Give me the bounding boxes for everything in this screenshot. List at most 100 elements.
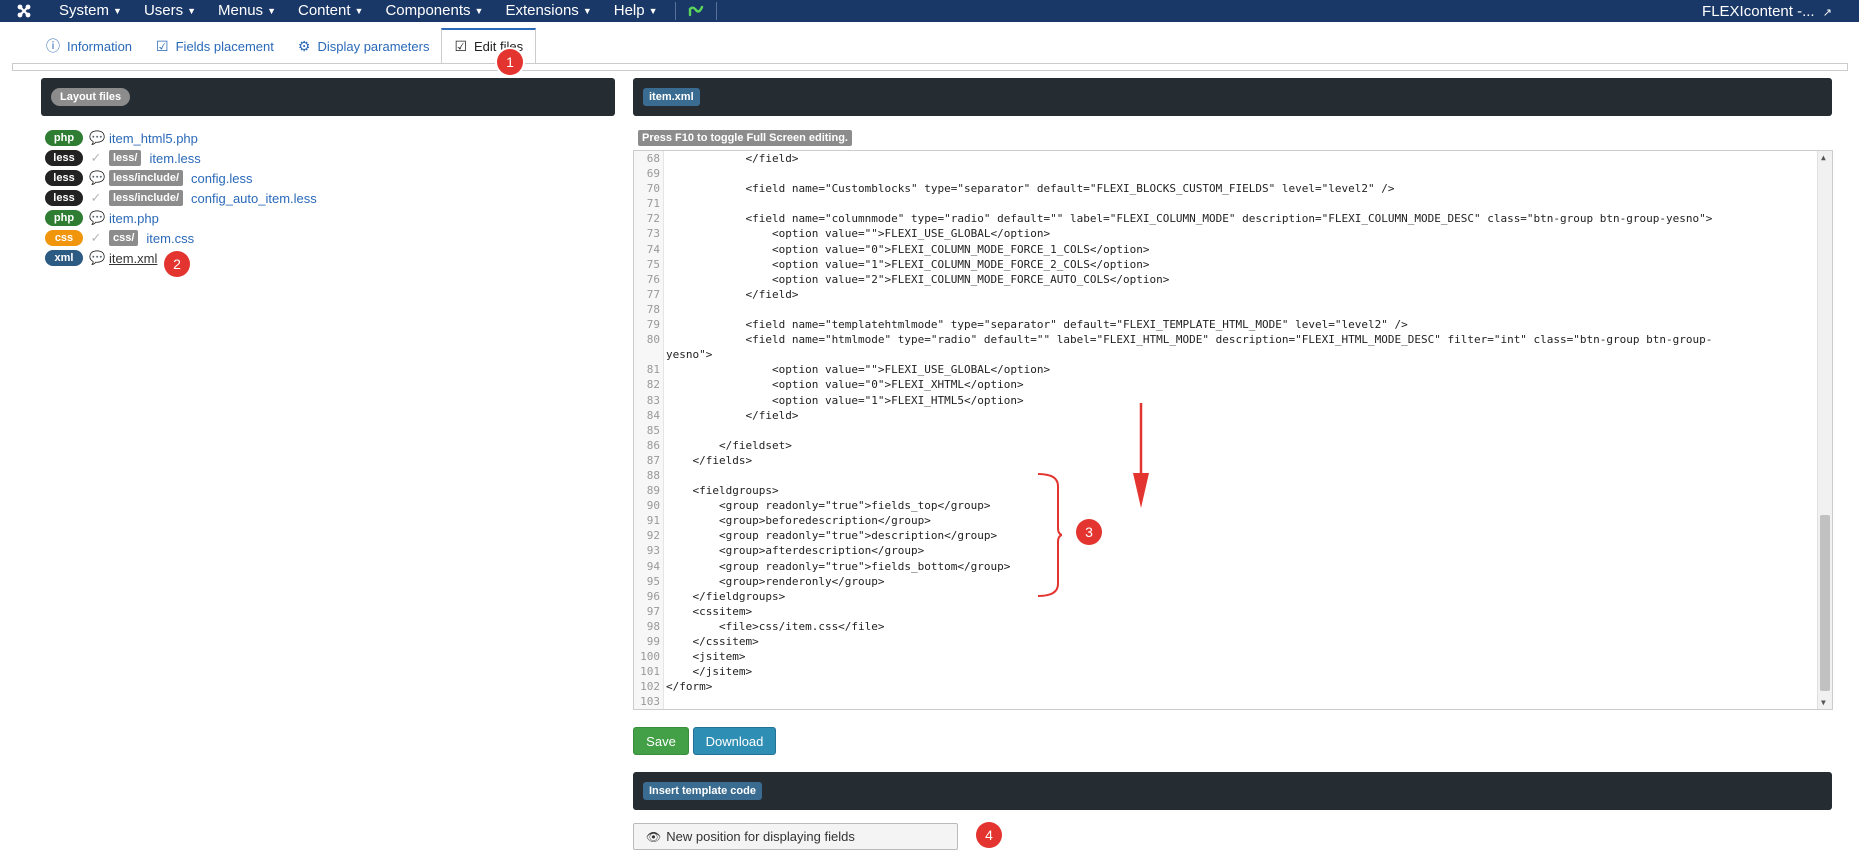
- red-arrow-annotation: [1133, 403, 1149, 508]
- menu-label: Extensions: [505, 1, 579, 19]
- caret-down-icon: ▼: [187, 6, 197, 17]
- external-link-icon: ↗: [1822, 6, 1832, 19]
- line-number: 103: [640, 695, 660, 709]
- menu-label: System: [59, 1, 110, 19]
- menu-extensions[interactable]: Extensions ▼: [494, 0, 602, 22]
- line-text: <option value="">FLEXI_USE_GLOBAL</optio…: [666, 227, 1051, 241]
- line-text: [664, 166, 666, 181]
- layout-files-header: Layout files: [41, 78, 615, 116]
- file-row: css ✓ css/item.css: [45, 228, 317, 248]
- clipboard-check-icon: ☑: [454, 38, 468, 54]
- code-line: 79 <field name="templatehtmlmode" type="…: [634, 317, 1819, 332]
- editor-scrollbar[interactable]: ▲ ▼: [1817, 151, 1832, 709]
- line-number: 95: [646, 574, 660, 588]
- tab-fields-placement[interactable]: ☑ Fields placement: [144, 28, 286, 64]
- code-line: 93 <group>afterdescription</group>: [634, 543, 1819, 558]
- line-number: 89: [646, 484, 660, 498]
- menu-components[interactable]: Components ▼: [374, 0, 494, 22]
- menu-users[interactable]: Users ▼: [133, 0, 207, 22]
- line-text: <option value="2">FLEXI_COLUMN_MODE_FORC…: [666, 272, 1170, 286]
- caret-down-icon: ▼: [354, 6, 364, 17]
- line-number: 69: [646, 167, 660, 181]
- file-link[interactable]: item.xml: [109, 251, 157, 266]
- file-type-badge: php: [45, 210, 83, 226]
- line-number: 98: [646, 619, 660, 633]
- line-text: <group readonly="true">description</grou…: [666, 529, 998, 543]
- file-link[interactable]: config_auto_item.less: [191, 191, 317, 206]
- file-row: less ✓ less/include/config_auto_item.less: [45, 188, 317, 208]
- file-link[interactable]: config.less: [191, 171, 252, 186]
- save-button[interactable]: Save: [633, 727, 689, 755]
- tab-information[interactable]: ⓘ Information: [34, 28, 144, 64]
- code-line: 68 </field>: [634, 151, 1819, 166]
- menu-label: Components: [385, 1, 471, 19]
- code-line: 72 <field name="columnmode" type="radio"…: [634, 211, 1819, 226]
- file-directory-badge: less/include/: [109, 190, 184, 206]
- flexicontent-logo-icon[interactable]: [682, 4, 710, 18]
- code-line: 77 </field>: [634, 287, 1819, 302]
- menu-separator: [715, 2, 717, 20]
- caret-down-icon: ▼: [267, 6, 276, 17]
- line-number: 93: [646, 544, 660, 558]
- line-text: <file>css/item.css</file>: [666, 619, 885, 633]
- top-navbar: System ▼ Users ▼ Menus ▼ Content ▼ Components ▼ Ex…: [0, 0, 1859, 22]
- line-text: <fieldgroups>: [666, 484, 779, 498]
- fullscreen-hint: Press F10 to toggle Full Screen editing.: [638, 130, 852, 146]
- line-number: 91: [646, 514, 660, 528]
- code-line: 69: [634, 166, 1819, 181]
- menu-system[interactable]: System ▼: [48, 0, 133, 22]
- file-directory-badge: less/: [109, 150, 142, 166]
- line-number: 99: [646, 635, 660, 648]
- line-number: 73: [646, 227, 660, 241]
- download-button[interactable]: Download: [693, 727, 776, 755]
- insert-template-code-header: Insert template code: [633, 772, 1832, 810]
- tab-content-border: [12, 63, 1848, 71]
- line-number: 75: [646, 257, 660, 271]
- new-position-button[interactable]: 👁 New position for displaying fields: [633, 823, 958, 850]
- code-line: 102 </form>: [634, 679, 1819, 694]
- line-text: </field>: [666, 287, 799, 301]
- line-text: <group>renderonly</group>: [666, 574, 885, 588]
- scrollbar-thumb[interactable]: [1820, 515, 1830, 691]
- menu-content[interactable]: Content ▼: [287, 0, 374, 22]
- caret-down-icon: ▼: [582, 6, 592, 17]
- scroll-down-icon[interactable]: ▼: [1821, 698, 1826, 707]
- line-number: 81: [646, 363, 660, 377]
- comments-icon: 💬: [89, 250, 106, 265]
- file-type-badge: less: [45, 150, 83, 166]
- code-line: 99 </cssitem>: [634, 634, 1819, 649]
- file-link[interactable]: item_html5.php: [109, 131, 198, 146]
- callout-2: 2: [164, 251, 190, 277]
- line-number: 74: [646, 242, 660, 256]
- code-line: 87 </fields>: [634, 453, 1819, 468]
- joomla-logo-icon[interactable]: [0, 0, 48, 22]
- file-link[interactable]: item.less: [149, 151, 200, 166]
- code-line: 90 <group readonly="true">fields_top</gr…: [634, 498, 1819, 513]
- scroll-up-icon[interactable]: ▲: [1821, 153, 1826, 162]
- line-text: [664, 468, 666, 483]
- red-bracket-annotation: [1037, 473, 1062, 597]
- file-link[interactable]: item.css: [146, 231, 194, 246]
- line-number: 70: [646, 182, 660, 196]
- code-line: 84 </field>: [634, 408, 1819, 423]
- code-line: 95 <group>renderonly</group>: [634, 574, 1819, 589]
- line-text: <field name="templatehtmlmode" type="sep…: [666, 318, 1408, 332]
- line-number: 92: [646, 529, 660, 543]
- comments-icon: 💬: [89, 130, 106, 145]
- file-row: less ✓ less/item.less: [45, 148, 317, 168]
- site-title: FLEXIcontent -...: [1702, 2, 1815, 20]
- menu-help[interactable]: Help ▼: [603, 0, 669, 22]
- code-editor[interactable]: 68 </field> 69 70 <field name="Customblock…: [633, 150, 1833, 710]
- line-number: 97: [646, 604, 660, 618]
- tab-display-parameters[interactable]: ⚙ Display parameters: [286, 28, 442, 64]
- layout-file-list: php 💬 item_html5.php less ✓ less/item.less les…: [45, 128, 317, 268]
- file-type-badge: css: [45, 230, 83, 246]
- file-link[interactable]: item.php: [109, 211, 159, 226]
- code-line: 70 <field name="Customblocks" type="sepa…: [634, 181, 1819, 196]
- menu-label: Help: [613, 1, 645, 19]
- line-text: <option value="">FLEXI_USE_GLOBAL</optio…: [666, 363, 1051, 377]
- site-link[interactable]: FLEXIcontent -... ↗: [1702, 3, 1859, 20]
- line-text: <option value="1">FLEXI_COLUMN_MODE_FORC…: [666, 257, 1150, 271]
- code-line: 75 <option value="1">FLEXI_COLUMN_MODE_F…: [634, 257, 1819, 272]
- menu-menus[interactable]: Menus ▼: [207, 0, 287, 22]
